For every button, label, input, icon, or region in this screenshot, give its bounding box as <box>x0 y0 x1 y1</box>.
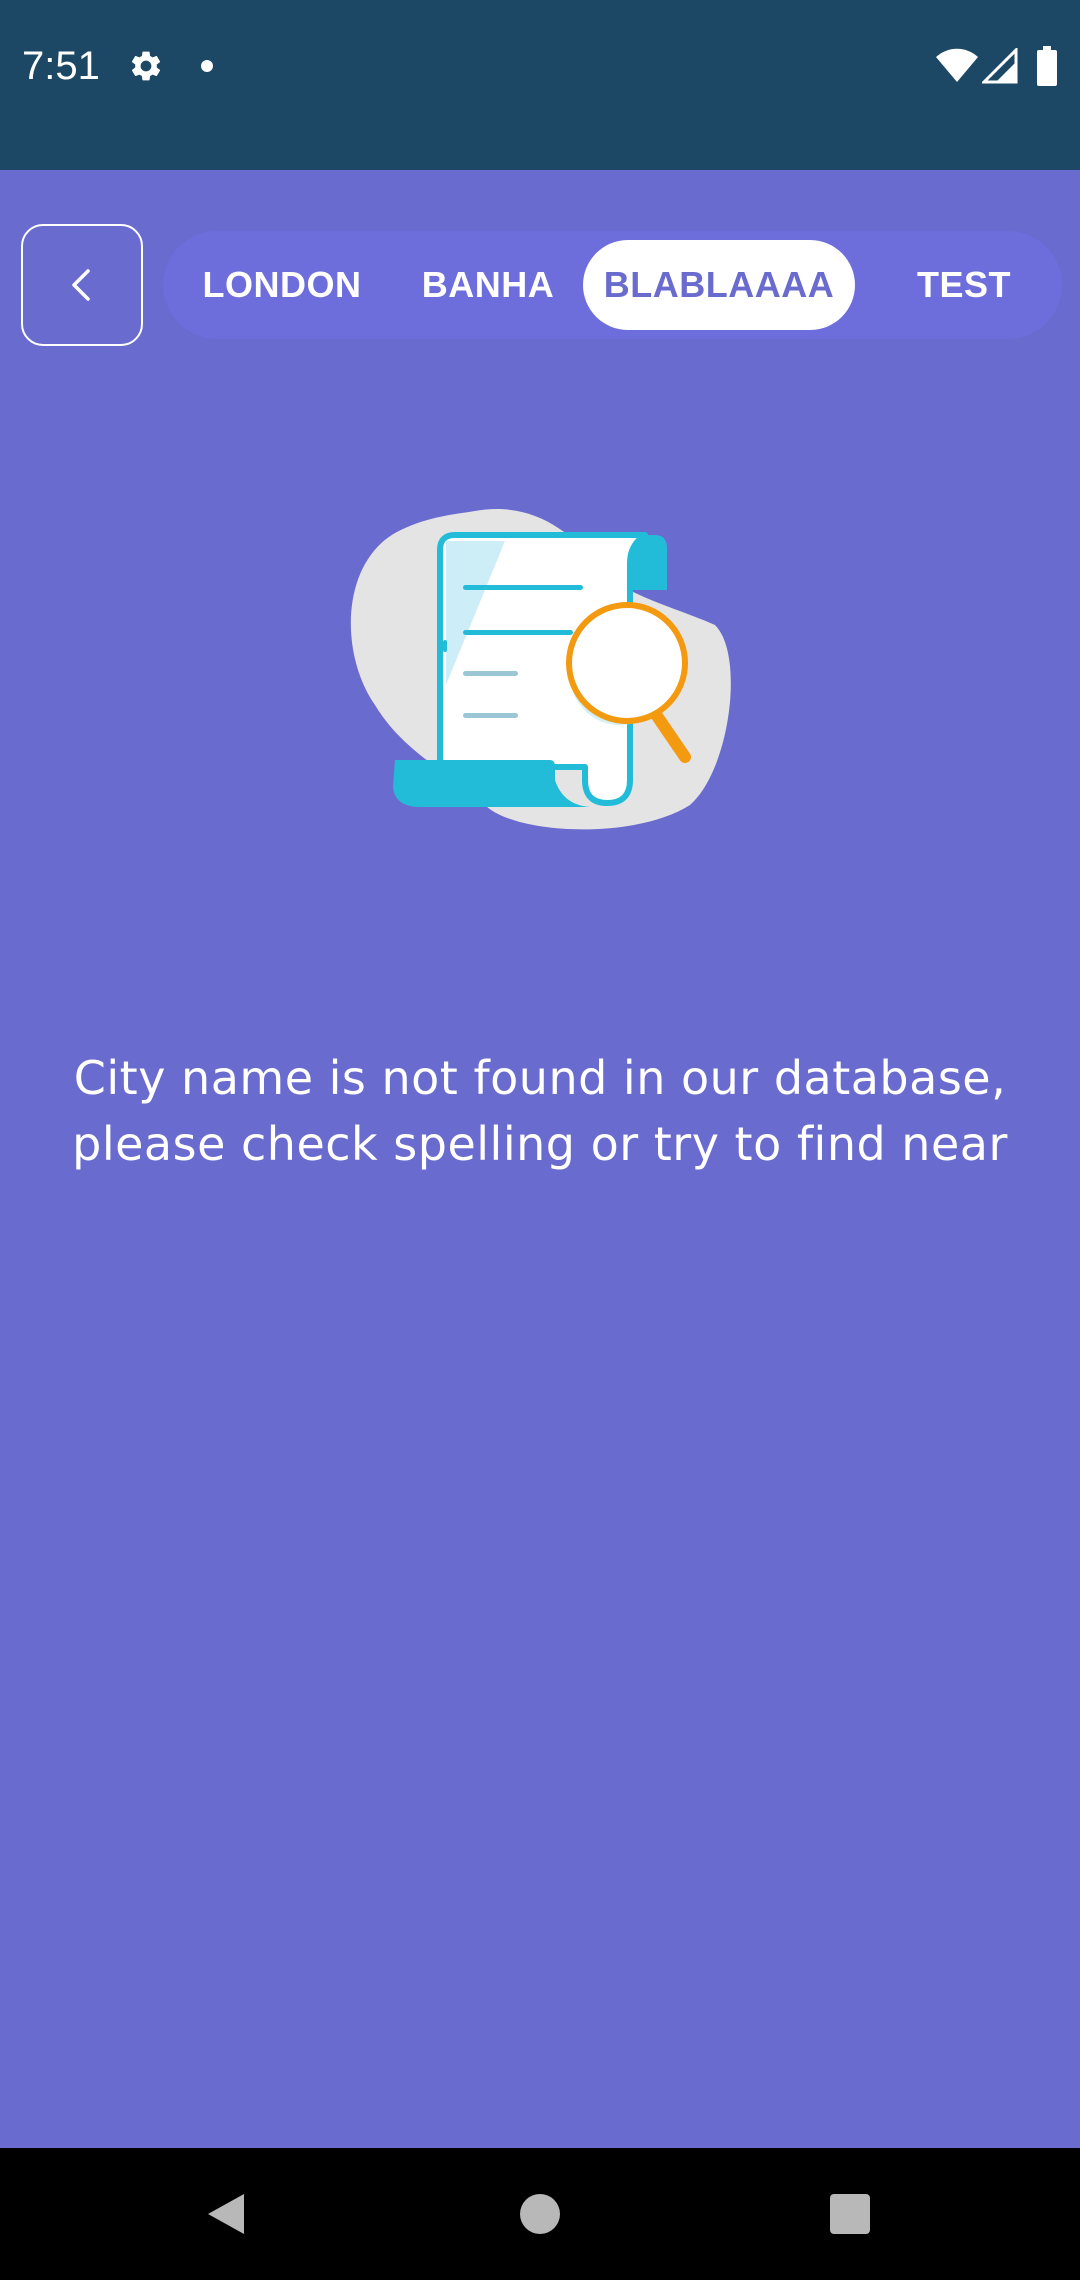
not-found-message: City name is not found in our database, … <box>20 1045 1060 1177</box>
chevron-left-icon <box>72 269 90 301</box>
message-line-1: City name is not found in our database, <box>73 1051 1007 1105</box>
tab-test[interactable]: TEST <box>875 240 1053 330</box>
nav-home-icon[interactable] <box>520 2194 560 2234</box>
city-tabs: LONDON BANHA BLABLAAAA TEST <box>163 231 1062 339</box>
nav-recents-icon[interactable] <box>830 2194 870 2234</box>
battery-icon <box>1037 46 1057 86</box>
message-line-2: please check spelling or try to find nea… <box>72 1117 1008 1171</box>
back-button[interactable] <box>21 224 143 346</box>
tab-banha[interactable]: BANHA <box>393 240 583 330</box>
nav-back-icon[interactable] <box>204 2192 248 2236</box>
cell-signal-icon <box>982 48 1018 84</box>
document-search-icon <box>350 508 731 830</box>
status-time: 7:51 <box>22 44 100 88</box>
status-bar: 7:51 <box>0 0 1080 170</box>
notification-dot-icon <box>201 60 213 72</box>
navigation-bar <box>0 2148 1080 2280</box>
gear-icon <box>131 51 161 81</box>
tab-blablaaaa[interactable]: BLABLAAAA <box>583 240 855 330</box>
wifi-icon <box>936 48 978 82</box>
tab-london[interactable]: LONDON <box>177 240 387 330</box>
